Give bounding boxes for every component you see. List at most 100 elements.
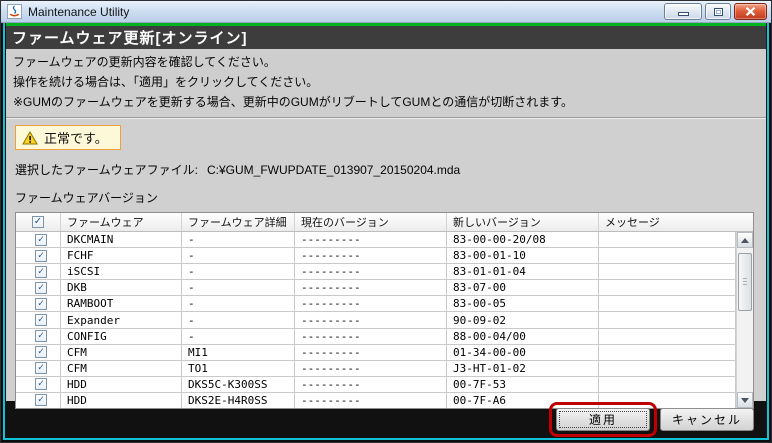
scroll-thumb[interactable]: [738, 253, 752, 311]
row-checkbox[interactable]: ✓: [35, 346, 47, 359]
row-checkbox-cell: ✓: [16, 280, 61, 296]
cell-current-version: ---------: [295, 360, 447, 376]
status-box: 正常です。: [15, 125, 121, 150]
cell-new-version: 88-00-04/00: [447, 328, 599, 344]
row-checkbox-cell: ✓: [16, 296, 61, 312]
cell-current-version: ---------: [295, 264, 447, 280]
instruction-line-2: 操作を続ける場合は、「適用」をクリックしてください。: [13, 75, 319, 89]
cell-firmware-detail: -: [182, 264, 295, 280]
restore-icon: [713, 7, 723, 16]
row-checkbox[interactable]: ✓: [35, 378, 47, 391]
row-checkbox[interactable]: ✓: [35, 394, 47, 407]
table-scrollbar[interactable]: [736, 232, 753, 408]
cell-message: [599, 328, 736, 344]
scroll-track[interactable]: [737, 248, 753, 392]
cell-firmware-detail: -: [182, 328, 295, 344]
firmware-table: ✓ ファームウェア ファームウェア詳細 現在のバージョン 新しいバージョン メッ…: [15, 212, 754, 409]
row-checkbox[interactable]: ✓: [35, 265, 47, 278]
cell-message: [599, 360, 736, 376]
restore-button[interactable]: [705, 3, 731, 20]
warning-icon: [22, 130, 38, 144]
select-all-cell: ✓: [16, 213, 61, 231]
cell-new-version: 83-00-00-20/08: [447, 232, 599, 248]
select-all-checkbox[interactable]: ✓: [32, 216, 44, 228]
row-checkbox[interactable]: ✓: [35, 249, 47, 262]
cell-message: [599, 248, 736, 264]
cell-firmware-detail: DKS5C-K300SS: [182, 376, 295, 392]
firmware-version-label: ファームウェアバージョン: [15, 191, 158, 205]
cell-current-version: ---------: [295, 344, 447, 360]
cell-firmware-detail: MI1: [182, 344, 295, 360]
table-body: ✓ DKCMAIN - --------- 83-00-00-20/08 ✓ FCHF - --…: [16, 232, 736, 409]
row-checkbox-cell: ✓: [16, 376, 61, 392]
window-frame: ファームウェア更新[オンライン] ファームウェアの更新内容を確認してください。 …: [1, 23, 771, 442]
cancel-button[interactable]: キャンセル: [660, 407, 754, 431]
row-checkbox-cell: ✓: [16, 328, 61, 344]
row-checkbox-cell: ✓: [16, 344, 61, 360]
cell-message: [599, 344, 736, 360]
cell-firmware-detail: -: [182, 280, 295, 296]
cell-message: [599, 376, 736, 392]
cell-message: [599, 312, 736, 328]
table-row: ✓ DKB - --------- 83-07-00: [16, 280, 736, 297]
cell-firmware: FCHF: [61, 248, 182, 264]
apply-button[interactable]: 適用: [556, 407, 650, 431]
page-title: ファームウェア更新[オンライン]: [6, 26, 766, 49]
arrow-down-icon: [741, 397, 749, 403]
row-checkbox-cell: ✓: [16, 248, 61, 264]
cell-current-version: ---------: [295, 312, 447, 328]
cell-new-version: 90-09-02: [447, 312, 599, 328]
cell-firmware-detail: -: [182, 296, 295, 312]
header-message: メッセージ: [605, 217, 660, 229]
row-checkbox-cell: ✓: [16, 360, 61, 376]
cell-firmware-detail: -: [182, 248, 295, 264]
cell-firmware: Expander: [61, 312, 182, 328]
table-row: ✓ CFM MI1 --------- 01-34-00-00: [16, 344, 736, 361]
scroll-up-button[interactable]: [737, 232, 753, 248]
header-firmware-detail: ファームウェア詳細: [182, 213, 295, 231]
cell-firmware: CFM: [61, 360, 182, 376]
title-bar[interactable]: Maintenance Utility: [1, 1, 771, 23]
row-checkbox-cell: ✓: [16, 312, 61, 328]
table-row: ✓ DKCMAIN - --------- 83-00-00-20/08: [16, 232, 736, 249]
instruction-line-3: ※GUMのファームウェアを更新する場合、更新中のGUMがリブートしてGUMとの通…: [13, 95, 574, 109]
close-icon: [745, 7, 756, 16]
row-checkbox-cell: ✓: [16, 392, 61, 409]
cell-message: [599, 296, 736, 312]
row-checkbox[interactable]: ✓: [35, 281, 47, 294]
cell-new-version: 83-01-01-04: [447, 264, 599, 280]
table-row: ✓ HDD DKS2E-H4R0SS --------- 00-7F-A6: [16, 392, 736, 409]
minimize-button[interactable]: [664, 3, 702, 20]
row-checkbox[interactable]: ✓: [35, 314, 47, 327]
row-checkbox[interactable]: ✓: [35, 233, 47, 246]
cell-current-version: ---------: [295, 376, 447, 392]
cell-firmware: HDD: [61, 392, 182, 409]
cell-new-version: J3-HT-01-02: [447, 360, 599, 376]
row-checkbox[interactable]: ✓: [35, 297, 47, 310]
cell-firmware: CONFIG: [61, 328, 182, 344]
cell-firmware: DKB: [61, 280, 182, 296]
table-row: ✓ iSCSI - --------- 83-01-01-04: [16, 264, 736, 281]
table-row: ✓ RAMBOOT - --------- 83-00-05: [16, 296, 736, 313]
cell-firmware: HDD: [61, 376, 182, 392]
cell-current-version: ---------: [295, 248, 447, 264]
instructions-panel: ファームウェアの更新内容を確認してください。 操作を続ける場合は、「適用」をクリ…: [6, 49, 766, 118]
cell-firmware: DKCMAIN: [61, 232, 182, 248]
cell-current-version: ---------: [295, 232, 447, 248]
selected-file-path: C:¥GUM_FWUPDATE_013907_20150204.mda: [206, 163, 461, 177]
selected-file-line: 選択したファームウェアファイル: C:¥GUM_FWUPDATE_013907_2…: [15, 161, 757, 178]
row-checkbox[interactable]: ✓: [35, 330, 47, 343]
table-header-row: ✓ ファームウェア ファームウェア詳細 現在のバージョン 新しいバージョン メッ…: [16, 213, 753, 232]
cell-message: [599, 392, 736, 409]
row-checkbox[interactable]: ✓: [35, 362, 47, 375]
cell-firmware: iSCSI: [61, 264, 182, 280]
header-firmware: ファームウェア: [61, 213, 182, 231]
arrow-up-icon: [741, 237, 749, 243]
close-button[interactable]: [734, 3, 767, 20]
cell-message: [599, 264, 736, 280]
scroll-down-button[interactable]: [737, 392, 753, 408]
cell-message: [599, 280, 736, 296]
cell-new-version: 83-07-00: [447, 280, 599, 296]
cell-new-version: 00-7F-53: [447, 376, 599, 392]
main-panel: 正常です。 選択したファームウェアファイル: C:¥GUM_FWUPDATE_01…: [6, 118, 766, 409]
